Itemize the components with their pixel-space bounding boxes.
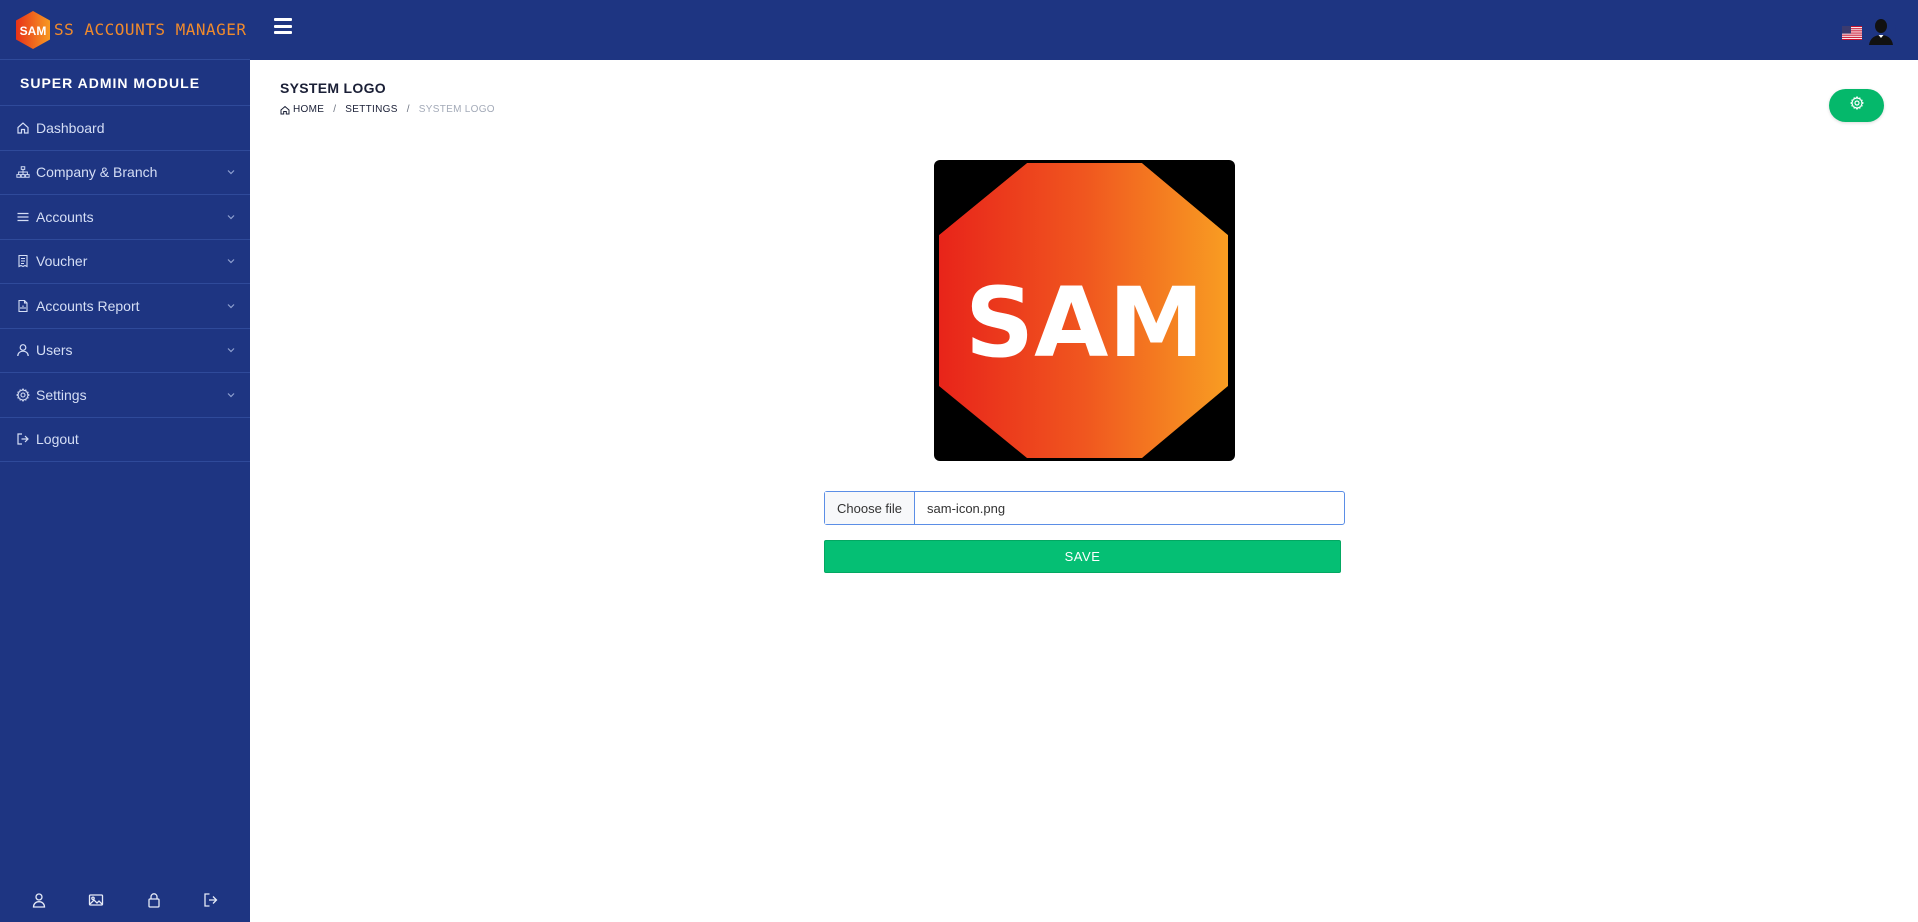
breadcrumb: HOME / SETTINGS / SYSTEM LOGO	[280, 104, 495, 115]
sidebar-item-users[interactable]: Users	[0, 329, 250, 373]
chevron-down-icon	[226, 301, 236, 311]
sidebar-item-label: Accounts Report	[36, 297, 140, 314]
sitemap-icon	[16, 165, 30, 179]
choose-file-button[interactable]: Choose file	[825, 492, 916, 524]
sidebar-item-label: Company & Branch	[36, 164, 158, 181]
module-title: SUPER ADMIN MODULE	[0, 60, 250, 106]
main-content: SYSTEM LOGO HOME / SETTINGS / SYSTEM LOG…	[250, 60, 1918, 922]
image-icon[interactable]	[88, 892, 104, 908]
lock-icon[interactable]	[146, 892, 162, 908]
brand-logo-text: SAM	[20, 24, 47, 38]
logo-preview-text: SAM	[965, 267, 1204, 379]
sidebar-item-label: Voucher	[36, 253, 88, 270]
sidebar-item-voucher[interactable]: Voucher	[0, 240, 250, 284]
settings-button[interactable]	[1829, 89, 1884, 122]
home-icon	[16, 121, 30, 135]
sidebar-item-company-branch[interactable]: Company & Branch	[0, 151, 250, 195]
selected-file-name: sam-icon.png	[927, 500, 1006, 516]
sidebar-item-label: Users	[36, 342, 73, 359]
user-avatar-icon[interactable]	[1866, 15, 1896, 45]
breadcrumb-separator: /	[406, 104, 410, 115]
sidebar-footer	[0, 878, 250, 922]
gear-icon	[16, 387, 30, 402]
sidebar: SAM SS ACCOUNTS MANAGER SUPER ADMIN MODU…	[0, 0, 250, 922]
brand-logo-icon: SAM	[14, 10, 52, 50]
save-button[interactable]: SAVE	[824, 540, 1341, 573]
sidebar-item-label: Accounts	[36, 208, 94, 225]
user-icon	[16, 343, 30, 357]
sidebar-item-settings[interactable]: Settings	[0, 373, 250, 418]
logout-icon[interactable]	[203, 892, 219, 908]
logout-icon	[16, 432, 30, 446]
chevron-down-icon	[226, 345, 236, 355]
breadcrumb-separator: /	[333, 104, 337, 115]
chevron-down-icon	[226, 212, 236, 222]
hamburger-icon[interactable]	[274, 18, 292, 34]
receipt-icon	[16, 254, 30, 268]
list-icon	[16, 210, 30, 224]
brand[interactable]: SAM SS ACCOUNTS MANAGER	[0, 0, 250, 60]
breadcrumb-settings[interactable]: SETTINGS	[345, 104, 397, 115]
sidebar-item-dashboard[interactable]: Dashboard	[0, 106, 250, 151]
breadcrumb-current: SYSTEM LOGO	[418, 104, 495, 115]
chevron-down-icon	[226, 390, 236, 400]
system-logo-preview: SAM	[934, 160, 1235, 461]
chevron-down-icon	[226, 256, 236, 266]
profile-icon[interactable]	[31, 892, 47, 908]
gear-icon	[1849, 95, 1864, 115]
home-icon	[280, 105, 290, 115]
sidebar-item-label: Dashboard	[36, 119, 105, 136]
sidebar-item-label: Logout	[36, 431, 79, 448]
file-report-icon	[16, 299, 30, 313]
logo-file-input[interactable]: Choose file sam-icon.png	[824, 491, 1345, 525]
sidebar-item-accounts[interactable]: Accounts	[0, 195, 250, 240]
brand-name: SS ACCOUNTS MANAGER	[54, 20, 247, 39]
sidebar-item-logout[interactable]: Logout	[0, 418, 250, 462]
page-title: SYSTEM LOGO	[280, 80, 386, 96]
top-bar	[250, 0, 1918, 60]
sidebar-item-accounts-report[interactable]: Accounts Report	[0, 284, 250, 329]
breadcrumb-home[interactable]: HOME	[293, 104, 324, 115]
us-flag-icon[interactable]	[1842, 26, 1862, 40]
sidebar-item-label: Settings	[36, 386, 87, 403]
chevron-down-icon	[226, 167, 236, 177]
